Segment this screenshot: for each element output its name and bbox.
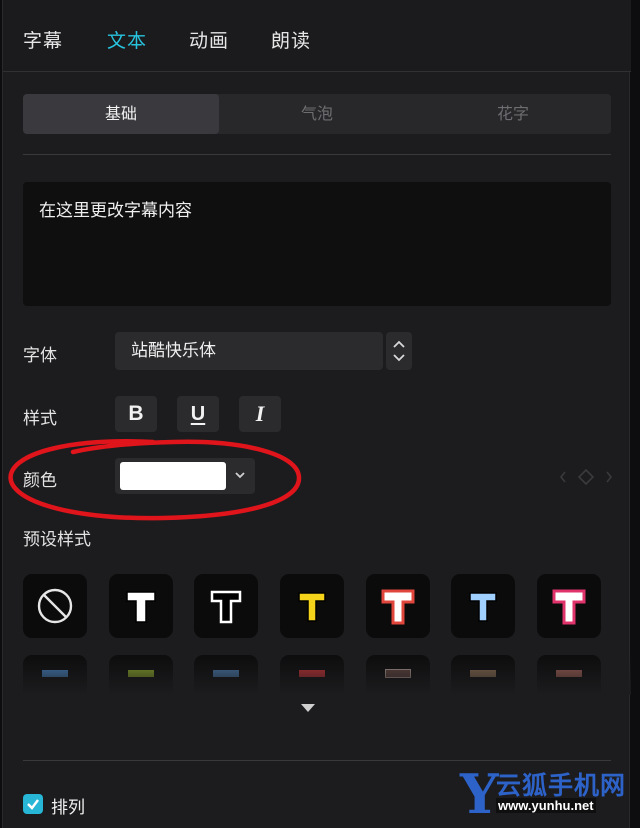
italic-button[interactable]: I — [239, 396, 281, 432]
sub-tab-bar: 基础 气泡 花字 — [23, 94, 611, 134]
watermark-letter: Y — [460, 762, 499, 826]
t-style-icon — [298, 592, 326, 622]
no-style-icon — [37, 588, 73, 624]
tab-animation[interactable]: 动画 — [189, 26, 229, 53]
tab-text[interactable]: 文本 — [107, 26, 147, 53]
color-swatch — [120, 462, 226, 490]
expand-presets-icon[interactable] — [299, 702, 317, 714]
font-select[interactable]: 站酷快乐体 — [115, 332, 383, 370]
divider — [23, 760, 611, 761]
subtab-basic[interactable]: 基础 — [23, 94, 219, 134]
arrange-label: 排列 — [51, 798, 85, 818]
underline-icon: U — [190, 402, 206, 425]
tab-read-aloud[interactable]: 朗读 — [271, 26, 311, 53]
tab-subtitle[interactable]: 字幕 — [23, 26, 63, 53]
t-style-icon — [552, 589, 586, 625]
preset-pink-outline[interactable] — [537, 574, 601, 638]
preset-yellow[interactable] — [280, 574, 344, 638]
t-style-icon — [210, 590, 242, 624]
chevron-down-icon — [235, 472, 245, 479]
stepper-arrows-icon — [393, 340, 405, 362]
bold-icon: B — [128, 402, 144, 425]
watermark-url: www.yunhu.net — [496, 798, 596, 813]
style-label: 样式 — [23, 409, 57, 429]
font-label: 字体 — [23, 346, 57, 366]
preset-light-blue[interactable] — [451, 574, 515, 638]
color-label: 颜色 — [23, 471, 57, 491]
text-properties-panel: 字幕 文本 动画 朗读 基础 气泡 花字 字体 站酷快乐体 样式 B U I 颜… — [2, 0, 631, 828]
t-style-icon — [126, 591, 156, 623]
t-style-icon — [469, 592, 497, 622]
preset-fade — [3, 655, 631, 695]
top-tab-bar: 字幕 文本 动画 朗读 — [3, 0, 631, 72]
preset-red-outline[interactable] — [366, 574, 430, 638]
divider — [23, 154, 611, 155]
subtab-fancy-text[interactable]: 花字 — [415, 94, 611, 134]
font-stepper[interactable] — [386, 332, 412, 370]
watermark-title: 云狐手机网 — [496, 771, 627, 800]
preset-styles-label: 预设样式 — [23, 530, 91, 550]
underline-button[interactable]: U — [177, 396, 219, 432]
subtab-bubble[interactable]: 气泡 — [219, 94, 415, 134]
t-style-icon — [381, 589, 415, 625]
color-picker[interactable] — [115, 458, 255, 494]
preset-none[interactable] — [23, 574, 87, 638]
checkmark-icon — [27, 799, 39, 810]
subtitle-text-input[interactable] — [23, 182, 611, 306]
preset-white[interactable] — [109, 574, 173, 638]
watermark-logo: Y 云狐手机网 www.yunhu.net — [460, 764, 638, 824]
arrange-checkbox[interactable] — [23, 794, 43, 814]
italic-icon: I — [255, 401, 265, 426]
preset-outline[interactable] — [194, 574, 258, 638]
bold-button[interactable]: B — [115, 396, 157, 432]
keyframe-icon[interactable] — [559, 466, 613, 488]
